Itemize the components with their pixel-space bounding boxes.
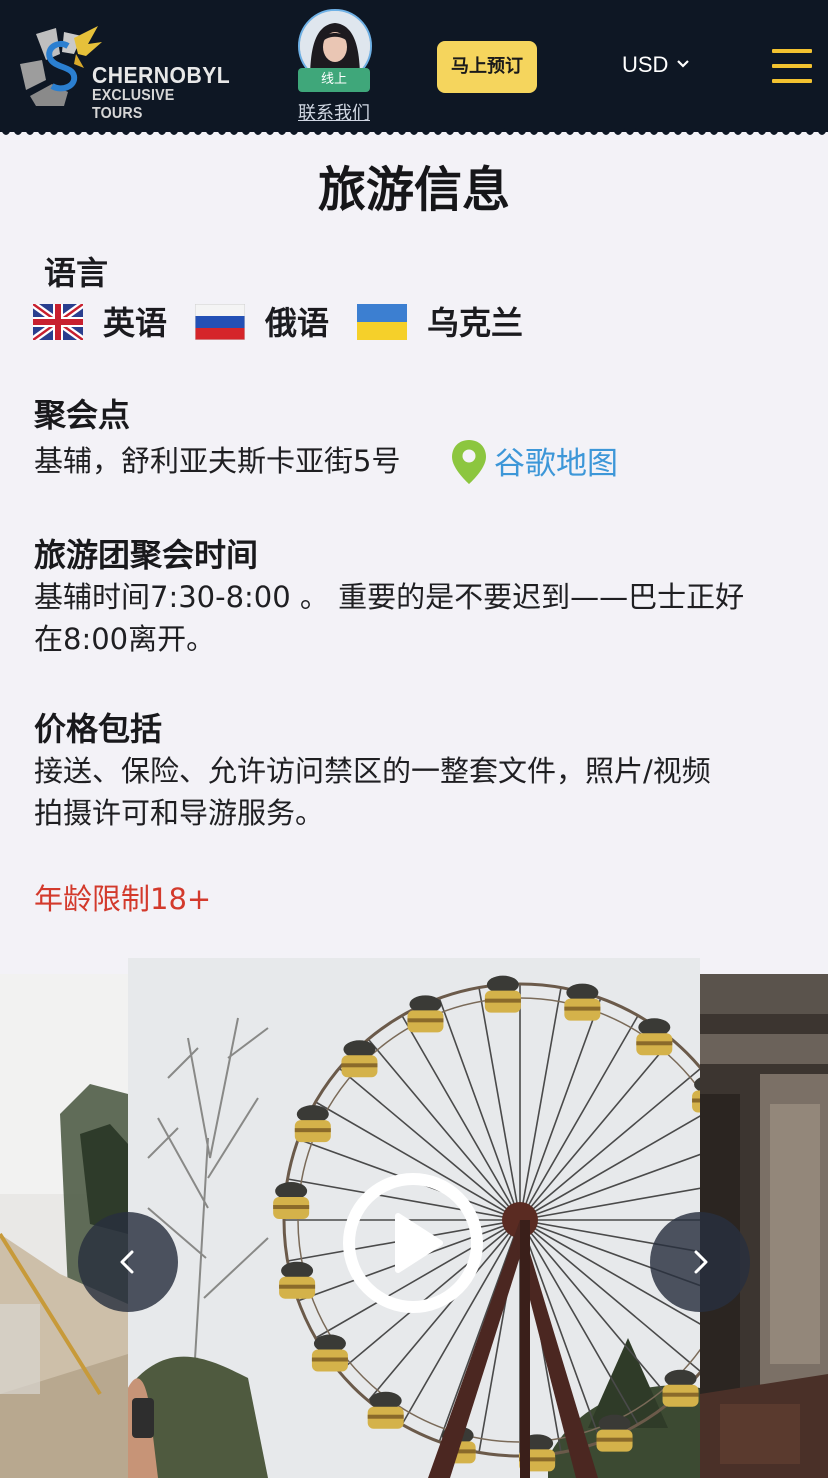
google-maps-link[interactable]: 谷歌地图: [494, 438, 618, 483]
gondola: [662, 1369, 699, 1407]
play-icon[interactable]: [342, 1172, 484, 1314]
age-limit-notice: 年龄限制18+: [34, 882, 212, 916]
menu-icon-bar: [772, 49, 812, 53]
site-logo[interactable]: CHERNOBYL EXCLUSIVE TOURS: [16, 24, 230, 122]
russia-flag-icon: [195, 304, 245, 340]
price-includes-line: 拍摄许可和导游服务。: [34, 796, 325, 830]
language-heading: 语言: [44, 254, 109, 292]
chevron-down-icon: [676, 56, 690, 72]
language-label: 英语: [103, 304, 168, 342]
meeting-time-line: 基辅时间7:30-8:00 。 重要的是不要迟到——巴士正好: [34, 580, 745, 614]
currency-selector[interactable]: USD: [622, 52, 690, 78]
chevron-left-icon: [120, 1250, 134, 1274]
gondola: [294, 1105, 331, 1143]
logo-emblem-icon: [20, 26, 102, 106]
ukraine-flag-icon: [357, 304, 407, 340]
contact-us-link[interactable]: 联系我们: [284, 99, 384, 125]
menu-icon-bar: [772, 79, 812, 83]
gondola: [273, 1182, 310, 1220]
chevron-right-icon: [694, 1250, 708, 1274]
gondola: [484, 975, 521, 1013]
gondola: [341, 1040, 378, 1078]
gondola: [407, 995, 444, 1033]
gondola: [636, 1018, 673, 1056]
gallery-next-button[interactable]: [650, 1212, 750, 1312]
price-includes-text: 接送、保险、允许访问禁区的一整套文件，照片/视频 拍摄许可和导游服务。: [34, 750, 804, 834]
book-now-button[interactable]: 马上预订: [437, 41, 537, 93]
gondola: [311, 1334, 348, 1372]
online-status-badge: 线上: [298, 68, 370, 92]
map-pin-icon: [452, 440, 486, 484]
meeting-point-address: 基辅，舒利亚夫斯卡亚街5号: [34, 444, 401, 478]
language-label: 乌克兰: [427, 304, 524, 342]
price-includes-heading: 价格包括: [34, 710, 163, 748]
page-title: 旅游信息: [317, 162, 510, 218]
meeting-point-row: 基辅，舒利亚夫斯卡亚街5号 谷歌地图: [34, 438, 618, 486]
meeting-time-text: 基辅时间7:30-8:00 。 重要的是不要迟到——巴士正好 在8:00离开。: [34, 576, 804, 660]
logo-text-secondary: EXCLUSIVE TOURS: [92, 87, 175, 122]
gallery-prev-button[interactable]: [78, 1212, 178, 1312]
menu-icon[interactable]: [772, 49, 812, 83]
gondola: [564, 983, 601, 1021]
gondola: [279, 1261, 316, 1299]
uk-flag-icon: [33, 304, 83, 340]
header-scallop-edge: [0, 128, 828, 135]
language-label: 俄语: [265, 304, 330, 342]
meeting-time-line: 在8:00离开。: [34, 622, 216, 656]
currency-value: USD: [622, 52, 669, 77]
menu-icon-bar: [772, 64, 812, 68]
gondola: [367, 1391, 404, 1429]
meeting-time-heading: 旅游团聚会时间: [34, 536, 259, 574]
price-includes-line: 接送、保险、允许访问禁区的一整套文件，照片/视频: [34, 754, 711, 788]
gondola: [596, 1414, 633, 1452]
meeting-point-heading: 聚会点: [34, 396, 131, 434]
logo-text-primary: CHERNOBYL: [92, 62, 231, 88]
